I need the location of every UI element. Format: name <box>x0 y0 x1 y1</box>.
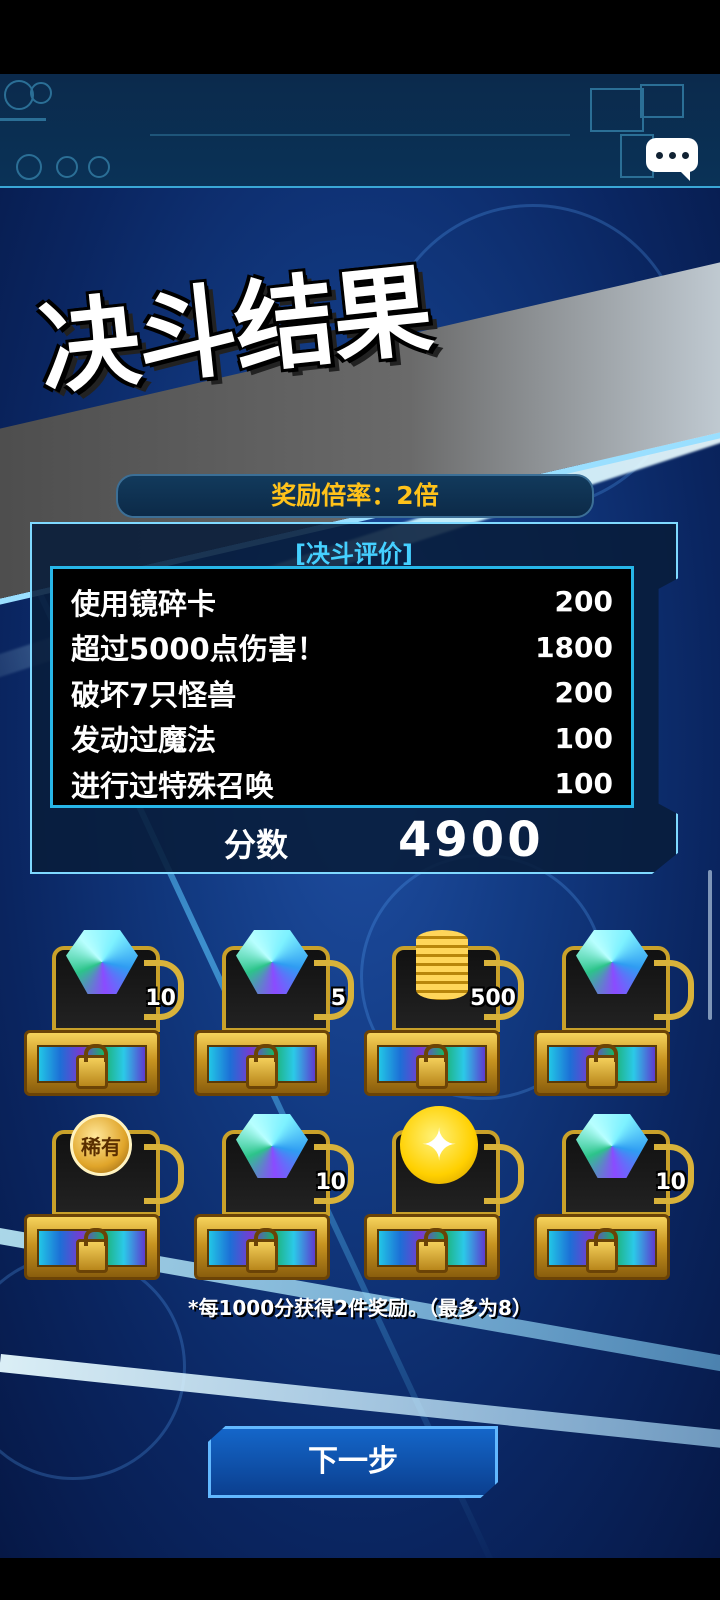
reward-quantity: 10 <box>655 1170 686 1195</box>
chest-box <box>364 1030 500 1096</box>
system-nav-bar <box>0 1558 720 1600</box>
reward-quantity: 5 <box>330 986 346 1011</box>
evaluation-label: 进行过特殊召唤 <box>71 768 275 803</box>
evaluation-label: 超过5000点伤害！ <box>71 632 326 667</box>
evaluation-label: 发动过魔法 <box>71 723 217 758</box>
chest-box <box>534 1214 670 1280</box>
score-value: 4900 <box>398 812 544 868</box>
chest-box <box>534 1030 670 1096</box>
chest-box <box>364 1214 500 1280</box>
chest-box <box>24 1030 160 1096</box>
evaluation-row: 使用镜碎卡 200 <box>71 579 613 625</box>
reward-chest[interactable]: 10 <box>20 930 184 1100</box>
evaluation-row: 超过5000点伤害！ 1800 <box>71 625 613 671</box>
duel-evaluation-panel: [决斗评价] 使用镜碎卡 200 超过5000点伤害！ 1800 破坏7只怪兽 … <box>30 522 678 874</box>
reward-chest[interactable]: 500 <box>360 930 524 1100</box>
chest-box <box>194 1214 330 1280</box>
reward-quantity: 10 <box>315 1170 346 1195</box>
lock-icon <box>586 1044 618 1089</box>
lock-icon <box>246 1228 278 1273</box>
chat-bubble-icon <box>655 151 663 159</box>
circuit-header <box>0 74 720 188</box>
evaluation-points: 100 <box>554 767 613 801</box>
reward-quantity: 10 <box>145 986 176 1011</box>
reward-quantity: 500 <box>470 986 516 1011</box>
evaluation-points: 200 <box>554 676 613 710</box>
lock-icon <box>246 1044 278 1089</box>
evaluation-row: 发动过魔法 100 <box>71 716 613 762</box>
reward-chest[interactable]: 10 <box>190 1114 354 1284</box>
reward-chest[interactable]: 5 <box>190 930 354 1100</box>
score-label: 分数 <box>224 826 289 864</box>
evaluation-points: 200 <box>554 585 613 619</box>
reward-chest[interactable]: ✦ <box>360 1106 524 1284</box>
lock-icon <box>416 1228 448 1273</box>
chest-box <box>194 1030 330 1096</box>
reward-chest[interactable]: 稀有 <box>20 1114 184 1284</box>
lock-icon <box>76 1044 108 1089</box>
evaluation-label: 使用镜碎卡 <box>71 586 217 621</box>
reward-chest[interactable]: 10 <box>530 1114 694 1284</box>
evaluation-row: 破坏7只怪兽 200 <box>71 670 613 716</box>
star-orb-icon: ✦ <box>400 1106 478 1184</box>
evaluation-points: 1800 <box>535 630 613 664</box>
evaluation-row: 进行过特殊召唤 100 <box>71 761 613 807</box>
chest-box <box>24 1214 160 1280</box>
evaluation-points: 100 <box>554 721 613 755</box>
evaluation-list: 使用镜碎卡 200 超过5000点伤害！ 1800 破坏7只怪兽 200 发动过… <box>50 566 634 808</box>
reward-note: *每1000分获得2件奖励。（最多为8） <box>188 1296 532 1320</box>
lock-icon <box>416 1044 448 1089</box>
reward-multiplier-badge: 奖励倍率：2倍 <box>116 474 594 518</box>
scrollbar-thumb[interactable] <box>708 870 712 1020</box>
rare-medal-icon: 稀有 <box>70 1114 132 1176</box>
chat-button[interactable] <box>646 138 698 181</box>
evaluation-label: 破坏7只怪兽 <box>71 677 237 712</box>
next-step-button[interactable]: 下一步 <box>208 1426 498 1498</box>
lock-icon <box>586 1228 618 1273</box>
lock-icon <box>76 1228 108 1273</box>
reward-chest[interactable] <box>530 930 694 1100</box>
evaluation-heading: [决斗评价] <box>295 540 413 568</box>
